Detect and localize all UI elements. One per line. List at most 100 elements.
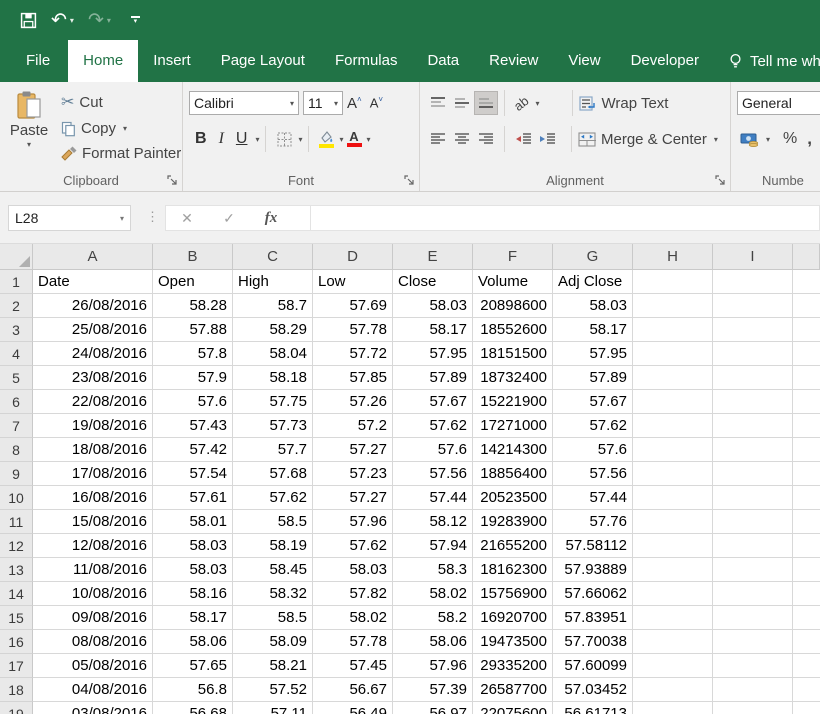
cell[interactable] <box>633 486 713 510</box>
tab-home[interactable]: Home <box>68 40 138 82</box>
font-color-button[interactable]: A <box>344 131 365 147</box>
cell[interactable]: 58.19 <box>233 534 313 558</box>
cell[interactable]: 18732400 <box>473 366 553 390</box>
cell[interactable]: 57.27 <box>313 486 393 510</box>
cell[interactable]: 57.96 <box>313 510 393 534</box>
cell[interactable]: 58.03 <box>153 534 233 558</box>
cell[interactable] <box>793 678 820 702</box>
cell[interactable] <box>713 318 793 342</box>
cell[interactable]: 58.02 <box>393 582 473 606</box>
cell[interactable]: 26/08/2016 <box>33 294 153 318</box>
cell[interactable]: 58.28 <box>153 294 233 318</box>
tab-developer[interactable]: Developer <box>616 40 714 82</box>
cell[interactable]: 57.61 <box>153 486 233 510</box>
cell[interactable] <box>713 534 793 558</box>
customize-quick-access-button[interactable]: ▾ <box>131 16 140 24</box>
cell[interactable]: 25/08/2016 <box>33 318 153 342</box>
row-header[interactable]: 2 <box>0 294 33 318</box>
cell[interactable] <box>713 582 793 606</box>
cell[interactable]: 57.62 <box>313 534 393 558</box>
cell[interactable]: Date <box>33 270 153 294</box>
cell[interactable] <box>713 654 793 678</box>
tab-insert[interactable]: Insert <box>138 40 206 82</box>
tab-data[interactable]: Data <box>412 40 474 82</box>
merge-center-button[interactable]: Merge & Center ▾ <box>578 131 718 148</box>
cell[interactable]: 58.03 <box>313 558 393 582</box>
cell[interactable]: 16/08/2016 <box>33 486 153 510</box>
cell[interactable]: 57.95 <box>553 342 633 366</box>
cell[interactable]: 18162300 <box>473 558 553 582</box>
row-header[interactable]: 16 <box>0 630 33 654</box>
row-header[interactable]: 12 <box>0 534 33 558</box>
cell[interactable] <box>713 294 793 318</box>
cell[interactable]: 22075600 <box>473 702 553 714</box>
cell[interactable] <box>793 558 820 582</box>
cell[interactable]: 57.75 <box>233 390 313 414</box>
cell[interactable]: 20523500 <box>473 486 553 510</box>
cell[interactable]: 58.01 <box>153 510 233 534</box>
column-header-I[interactable]: I <box>713 244 793 270</box>
middle-align-button[interactable] <box>450 91 474 115</box>
cell[interactable]: 57.68 <box>233 462 313 486</box>
cell[interactable]: 57.94 <box>393 534 473 558</box>
cell[interactable]: 57.67 <box>553 390 633 414</box>
cell[interactable] <box>713 414 793 438</box>
cell[interactable]: 23/08/2016 <box>33 366 153 390</box>
row-header[interactable]: 3 <box>0 318 33 342</box>
cell[interactable]: 57.93889 <box>553 558 633 582</box>
cell[interactable]: 18856400 <box>473 462 553 486</box>
cell[interactable] <box>633 582 713 606</box>
redo-button[interactable]: ↷ ▾ <box>88 11 111 30</box>
cell[interactable] <box>793 342 820 366</box>
cell[interactable]: 57.88 <box>153 318 233 342</box>
cell[interactable]: 19/08/2016 <box>33 414 153 438</box>
copy-button[interactable]: Copy ▾ <box>58 118 184 139</box>
column-header-sliver[interactable] <box>793 244 820 270</box>
cell[interactable]: 57.85 <box>313 366 393 390</box>
cell[interactable]: 57.54 <box>153 462 233 486</box>
cell[interactable] <box>633 462 713 486</box>
row-header[interactable]: 17 <box>0 654 33 678</box>
row-header[interactable]: 11 <box>0 510 33 534</box>
cell[interactable] <box>633 630 713 654</box>
cell[interactable]: 57.6 <box>153 390 233 414</box>
row-header[interactable]: 15 <box>0 606 33 630</box>
font-name-combo[interactable]: Calibri ▾ <box>189 91 299 115</box>
cell[interactable] <box>793 438 820 462</box>
cell[interactable]: 14214300 <box>473 438 553 462</box>
font-size-combo[interactable]: 11 ▾ <box>303 91 343 115</box>
cell[interactable] <box>633 366 713 390</box>
cell[interactable]: 58.5 <box>233 606 313 630</box>
row-header[interactable]: 13 <box>0 558 33 582</box>
cell[interactable]: 57.56 <box>393 462 473 486</box>
cell[interactable]: Close <box>393 270 473 294</box>
cell[interactable] <box>793 294 820 318</box>
cell[interactable]: 17271000 <box>473 414 553 438</box>
cell[interactable]: 57.65 <box>153 654 233 678</box>
accounting-format-button[interactable]: ▾ <box>737 130 773 149</box>
tell-me-box[interactable]: Tell me wha <box>728 40 820 82</box>
row-header[interactable]: 9 <box>0 462 33 486</box>
cell[interactable]: 58.06 <box>393 630 473 654</box>
cell[interactable] <box>633 342 713 366</box>
column-header-H[interactable]: H <box>633 244 713 270</box>
cell[interactable]: 57.23 <box>313 462 393 486</box>
cell[interactable]: 57.76 <box>553 510 633 534</box>
decrease-font-size-button[interactable]: A˅ <box>366 95 387 110</box>
cell[interactable] <box>713 342 793 366</box>
cell[interactable] <box>713 630 793 654</box>
cell[interactable]: 16920700 <box>473 606 553 630</box>
cell[interactable]: 57.27 <box>313 438 393 462</box>
cell[interactable]: 58.3 <box>393 558 473 582</box>
row-header[interactable]: 8 <box>0 438 33 462</box>
cell[interactable]: 57.73 <box>233 414 313 438</box>
cell[interactable]: 15221900 <box>473 390 553 414</box>
cell[interactable] <box>713 270 793 294</box>
cell[interactable]: 58.45 <box>233 558 313 582</box>
cell[interactable] <box>793 486 820 510</box>
cell[interactable]: 58.03 <box>153 558 233 582</box>
cell[interactable]: 15/08/2016 <box>33 510 153 534</box>
row-header[interactable]: 1 <box>0 270 33 294</box>
row-header[interactable]: 18 <box>0 678 33 702</box>
insert-function-button[interactable]: fx <box>250 210 292 227</box>
